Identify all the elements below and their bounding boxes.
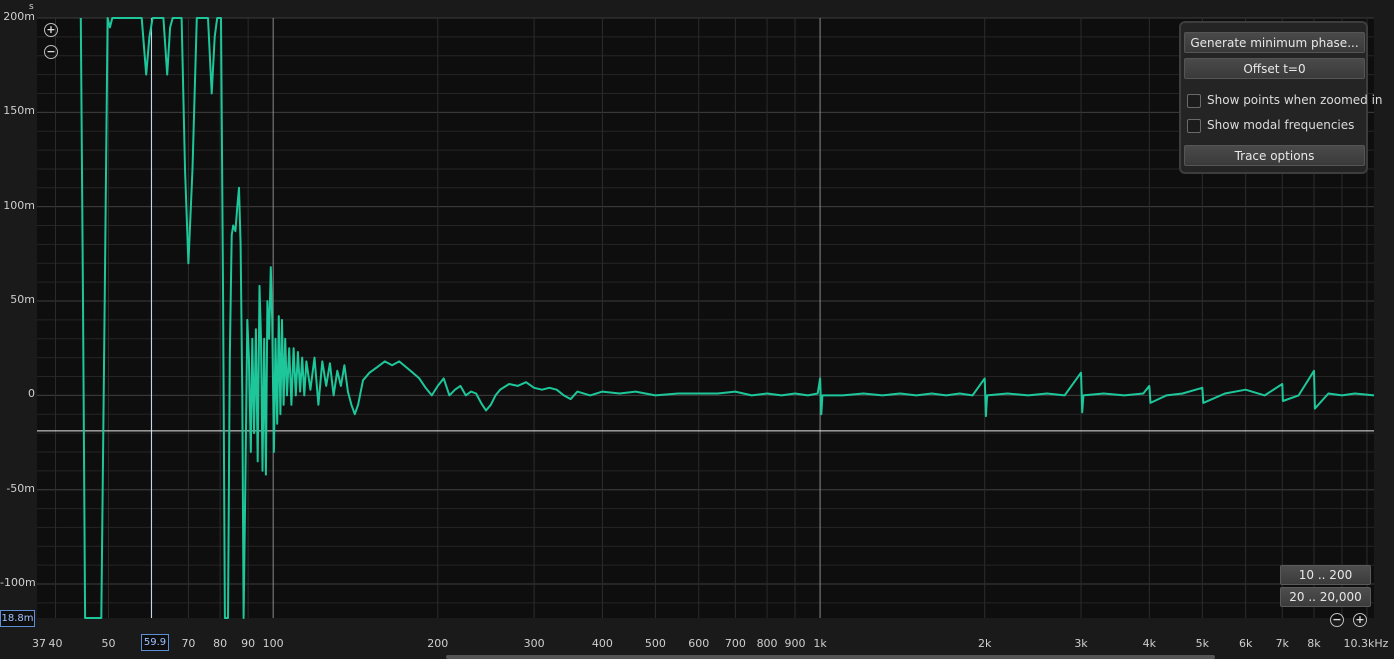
y-tick-label: 150m	[3, 104, 35, 118]
x-tick-label: 90	[241, 637, 256, 650]
show-modal-checkbox-row[interactable]: Show modal frequencies	[1187, 117, 1354, 133]
x-tick-label: 300	[523, 637, 545, 650]
show-points-checkbox-row[interactable]: Show points when zoomed in	[1187, 92, 1383, 108]
y-tick-label: 200m	[3, 10, 35, 23]
x-tick-label: 700	[724, 637, 746, 650]
x-tick-label: 900	[784, 637, 806, 650]
x-tick-label: 7k	[1275, 637, 1289, 650]
offset-t0-button[interactable]: Offset t=0	[1184, 58, 1365, 79]
y-tick-label: 0	[28, 387, 35, 401]
zoom-in-icon[interactable]: +	[44, 23, 58, 37]
horizontal-scrollbar[interactable]	[446, 655, 1215, 659]
show-modal-checkbox[interactable]	[1187, 118, 1201, 133]
show-modal-label: Show modal frequencies	[1207, 118, 1355, 132]
show-points-checkbox[interactable]	[1187, 93, 1201, 108]
y-tick-label: 100m	[3, 198, 35, 212]
x-zoom-out-icon[interactable]: −	[1330, 613, 1344, 627]
x-tick-label: 80	[213, 637, 228, 650]
cursor-x-readout: 59.9	[141, 634, 169, 651]
x-tick-label: 4k	[1142, 637, 1157, 650]
zoom-out-icon[interactable]: −	[44, 45, 58, 59]
x-tick-label: 37	[32, 637, 46, 650]
generate-minimum-phase-button[interactable]: Generate minimum phase...	[1184, 32, 1365, 53]
x-tick-label: 800	[756, 637, 778, 650]
y-tick-label: -50m	[6, 481, 35, 495]
x-tick-label: 8k	[1307, 637, 1321, 650]
x-tick-label: 600	[688, 637, 710, 650]
y-tick-label: -100m	[0, 576, 36, 590]
x-tick-label: 1k	[813, 637, 827, 650]
x-tick-label: 40	[48, 637, 63, 650]
cursor-y-readout: 18.8m	[0, 610, 35, 627]
x-tick-label: 6k	[1238, 637, 1253, 650]
x-tick-label: 3k	[1074, 637, 1088, 650]
x-tick-label: 10.3kHz	[1343, 637, 1389, 650]
x-tick-label: 50	[101, 637, 116, 650]
options-panel: Generate minimum phase... Offset t=0 Sho…	[1179, 21, 1383, 174]
range-20-20000-button[interactable]: 20 .. 20,000	[1280, 587, 1371, 607]
x-tick-label: 5k	[1195, 637, 1210, 650]
trace-options-button[interactable]: Trace options	[1184, 145, 1365, 166]
x-tick-label: 70	[181, 637, 196, 650]
show-points-label: Show points when zoomed in	[1207, 93, 1383, 107]
x-tick-label: 500	[644, 637, 666, 650]
x-tick-label: 2k	[978, 637, 992, 650]
x-tick-label: 200	[427, 637, 449, 650]
y-tick-label: 50m	[10, 293, 35, 307]
x-tick-label: 100	[262, 637, 284, 650]
x-zoom-in-icon[interactable]: +	[1353, 613, 1367, 627]
range-10-200-button[interactable]: 10 .. 200	[1280, 565, 1371, 585]
x-tick-label: 400	[591, 637, 613, 650]
